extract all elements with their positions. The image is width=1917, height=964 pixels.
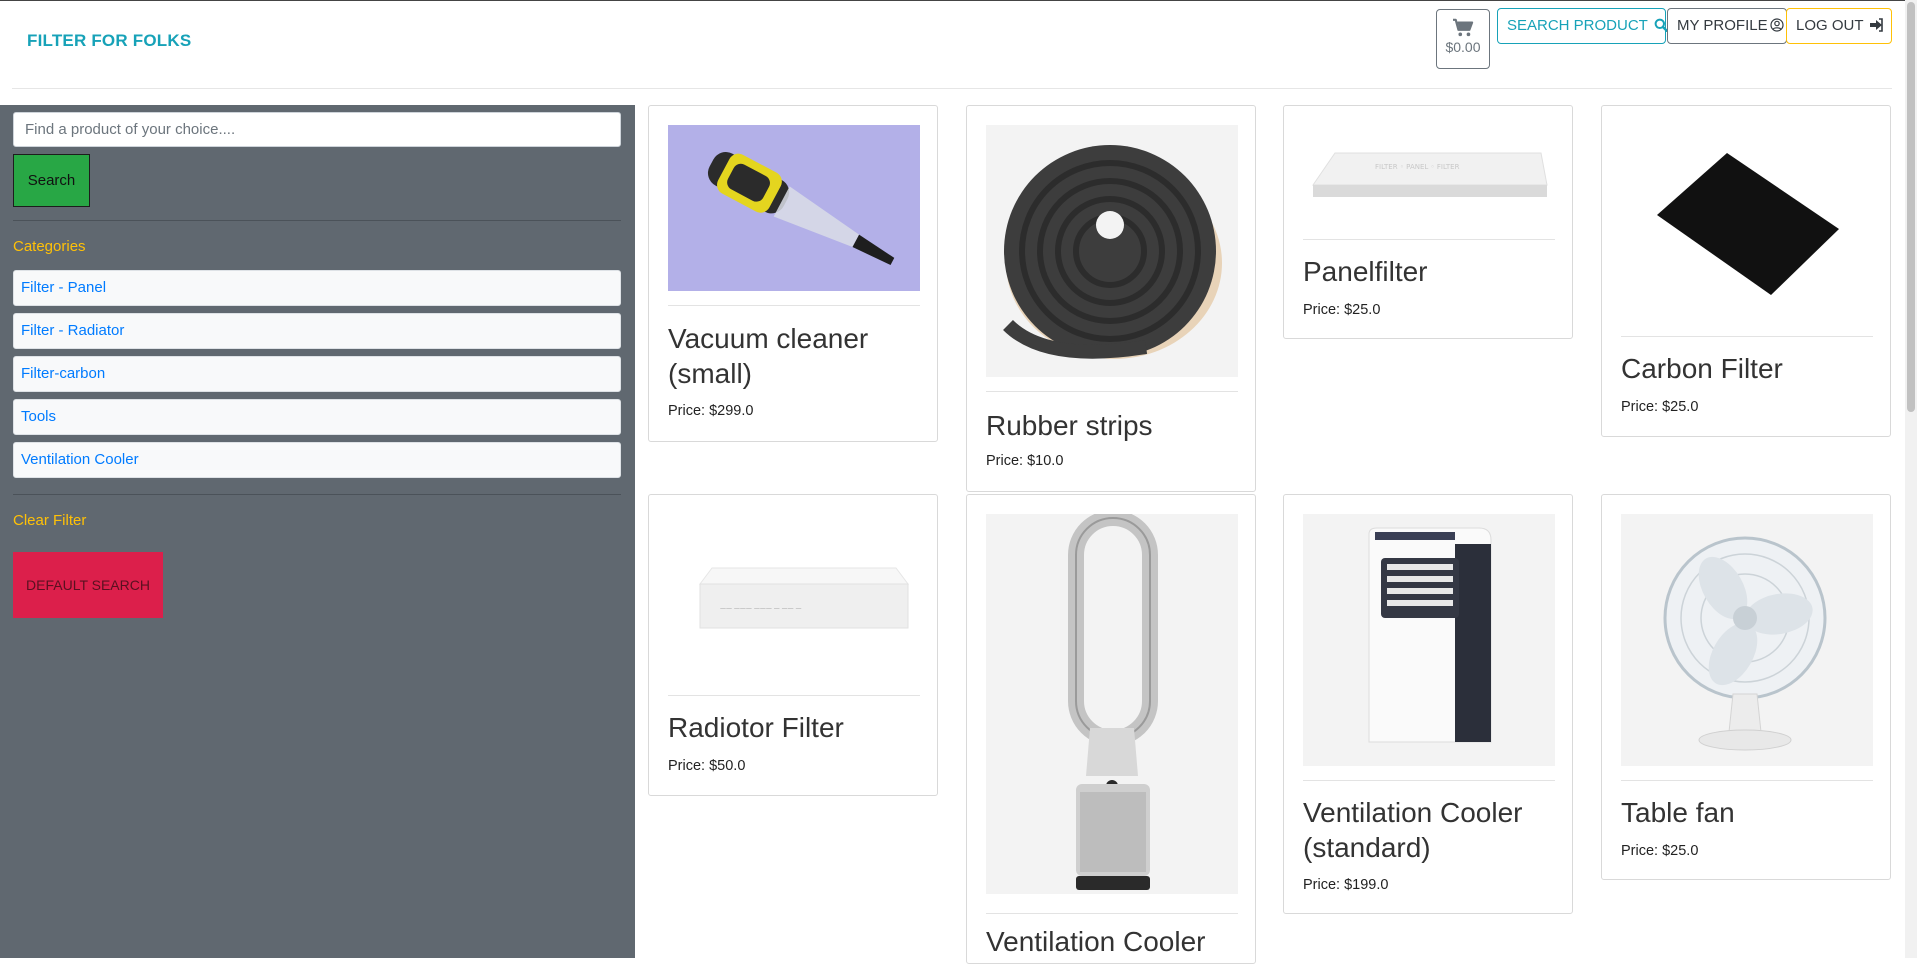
product-card[interactable]: Table fan Price: $25.0 <box>1601 494 1891 880</box>
cart-total: $0.00 <box>1445 39 1481 55</box>
card-divider <box>986 391 1238 392</box>
rubber-strip-roll-image <box>986 125 1238 377</box>
header-divider <box>12 88 1892 89</box>
product-price: Price: $10.0 <box>986 453 1064 469</box>
my-profile-button[interactable]: MY PROFILE <box>1667 8 1787 44</box>
search-product-button[interactable]: SEARCH PRODUCT <box>1497 8 1668 44</box>
table-fan-image <box>1621 514 1873 766</box>
search-product-label: SEARCH PRODUCT <box>1507 17 1648 34</box>
search-icon <box>1654 18 1668 33</box>
search-button[interactable]: Search <box>13 154 90 207</box>
card-divider <box>668 695 920 696</box>
card-divider <box>1621 336 1873 337</box>
sign-out-icon <box>1870 18 1884 32</box>
product-title: Ventilation Cooler (standard) <box>1303 797 1523 863</box>
brand-logo[interactable]: FILTER FOR FOLKS <box>27 31 191 51</box>
product-card[interactable]: Carbon Filter Price: $25.0 <box>1601 105 1891 437</box>
category-filter-carbon[interactable]: Filter-carbon <box>13 356 621 392</box>
sidebar-divider <box>13 494 621 495</box>
search-input[interactable]: Find a product of your choice.... <box>13 112 621 147</box>
sidebar: Find a product of your choice.... Search… <box>0 105 635 958</box>
product-price: Price: $25.0 <box>1621 843 1699 859</box>
product-title: Radiotor Filter <box>668 712 844 743</box>
clear-filter-heading: Clear Filter <box>13 512 87 529</box>
card-divider <box>1303 780 1555 781</box>
portable-air-conditioner-image <box>1303 514 1555 766</box>
scrollbar-thumb[interactable] <box>1907 2 1915 412</box>
handheld-vacuum-image <box>668 125 920 291</box>
card-divider <box>986 913 1238 914</box>
product-card[interactable]: Ventilation Cooler (standard) Price: $19… <box>1283 494 1573 914</box>
card-divider <box>668 305 920 306</box>
product-title: Rubber strips <box>986 410 1153 441</box>
panel-filter-image: FILTER ◦ PANEL ◦ FILTER <box>1303 125 1555 225</box>
product-title: Vacuum cleaner (small) <box>668 323 869 389</box>
product-price: Price: $299.0 <box>668 403 754 419</box>
product-title: Panelfilter <box>1303 256 1428 287</box>
default-search-button[interactable]: DEFAULT SEARCH <box>13 552 163 618</box>
categories-heading: Categories <box>13 238 86 255</box>
product-price: Price: $25.0 <box>1621 399 1699 415</box>
cart-button[interactable]: $0.00 <box>1436 9 1490 69</box>
product-price: Price: $25.0 <box>1303 302 1381 318</box>
product-price: Price: $50.0 <box>668 758 746 774</box>
product-title: Table fan <box>1621 797 1735 828</box>
product-card[interactable]: FILTER ◦ PANEL ◦ FILTER Panelfilter Pric… <box>1283 105 1573 339</box>
category-filter-radiator[interactable]: Filter - Radiator <box>13 313 621 349</box>
radiator-filter-image: —— ——— ——— — —— — <box>668 514 920 674</box>
product-card[interactable]: Ventilation Cooler <box>966 494 1256 964</box>
log-out-label: LOG OUT <box>1796 17 1864 34</box>
log-out-button[interactable]: LOG OUT <box>1786 8 1892 44</box>
svg-text:—— ——— ——— — —— —: —— ——— ——— — —— — <box>720 605 802 612</box>
carbon-filter-image <box>1621 125 1873 325</box>
my-profile-label: MY PROFILE <box>1677 17 1768 34</box>
product-title: Ventilation Cooler <box>986 926 1206 957</box>
product-title: Carbon Filter <box>1621 353 1783 384</box>
sidebar-divider <box>13 220 621 221</box>
product-card[interactable]: Rubber strips Price: $10.0 <box>966 105 1256 492</box>
tower-purifier-image <box>986 514 1238 894</box>
top-navbar: FILTER FOR FOLKS $0.00 SEARCH PRODUCT MY… <box>0 1 1905 89</box>
product-card[interactable]: Vacuum cleaner (small) Price: $299.0 <box>648 105 938 442</box>
user-circle-icon <box>1769 18 1784 32</box>
shopping-cart-icon <box>1453 18 1474 37</box>
card-divider <box>1303 239 1555 240</box>
product-card[interactable]: —— ——— ——— — —— — Radiotor Filter Price:… <box>648 494 938 796</box>
svg-text:FILTER ◦ PANEL ◦ FILTER: FILTER ◦ PANEL ◦ FILTER <box>1375 163 1460 171</box>
category-filter-panel[interactable]: Filter - Panel <box>13 270 621 306</box>
page-scrollbar[interactable] <box>1905 0 1917 958</box>
card-divider <box>1621 780 1873 781</box>
category-tools[interactable]: Tools <box>13 399 621 435</box>
category-ventilation-cooler[interactable]: Ventilation Cooler <box>13 442 621 478</box>
product-price: Price: $199.0 <box>1303 877 1389 893</box>
